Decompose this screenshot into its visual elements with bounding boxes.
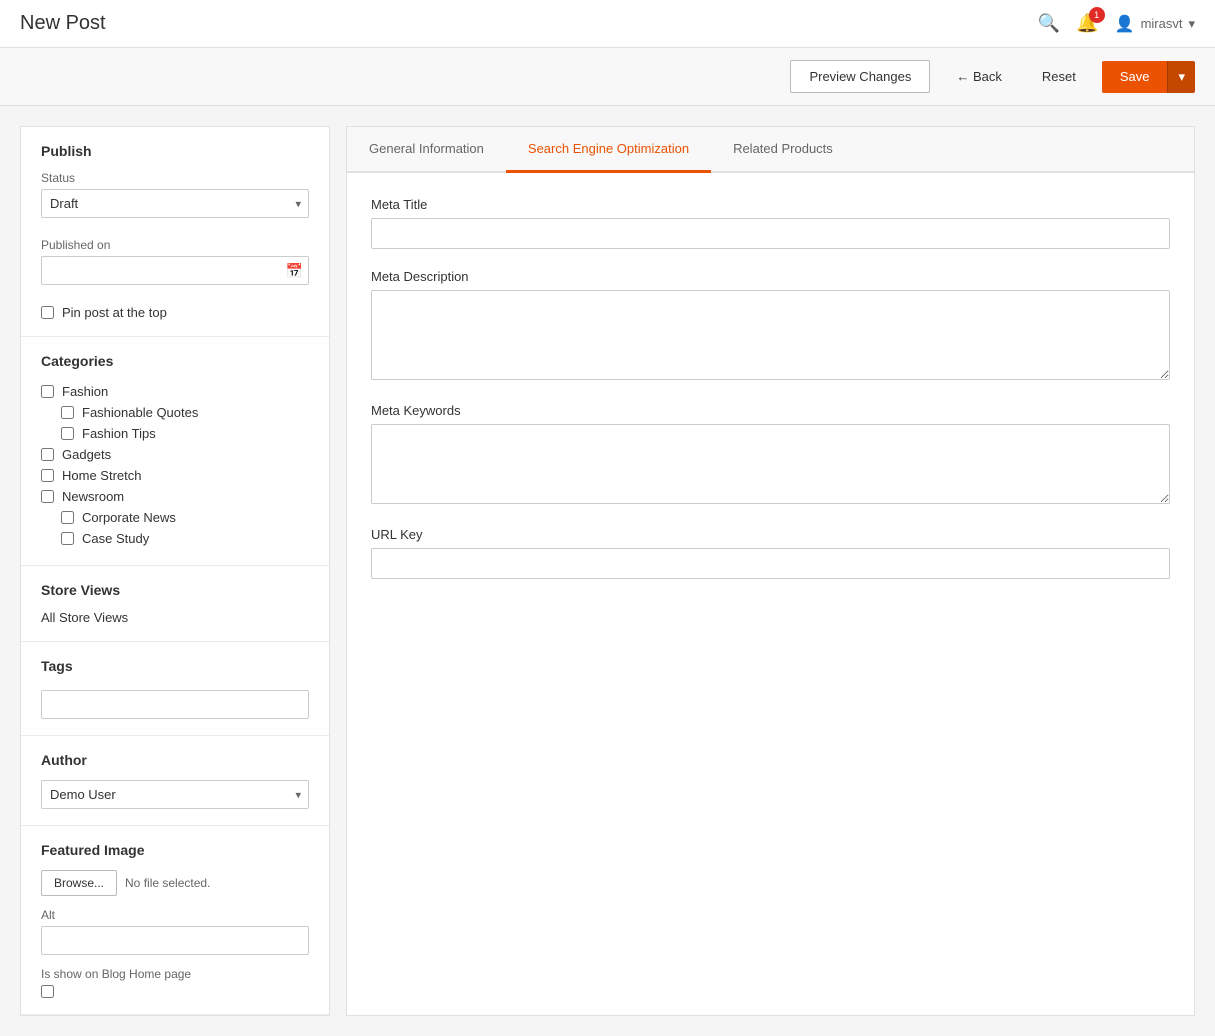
tabs-bar: General Information Search Engine Optimi… [347, 127, 1194, 173]
category-item: Home Stretch [41, 465, 309, 486]
categories-title: Categories [41, 353, 309, 369]
username: mirasvt [1141, 16, 1183, 31]
published-on-label: Published on [41, 238, 309, 252]
meta-keywords-textarea[interactable] [371, 424, 1170, 504]
tags-section: Tags [21, 642, 329, 736]
save-button-group: Save ▾ [1102, 61, 1195, 93]
featured-image-section: Featured Image Browse... No file selecte… [21, 826, 329, 1015]
store-views-value: All Store Views [41, 610, 309, 625]
preview-changes-button[interactable]: Preview Changes [790, 60, 930, 93]
sidebar: Publish Status Draft Published ▾ Publish… [20, 126, 330, 1016]
save-dropdown-button[interactable]: ▾ [1167, 61, 1195, 93]
meta-description-label: Meta Description [371, 269, 1170, 284]
top-header: New Post 🔍 🔔 1 👤 mirasvt ▾ [0, 0, 1215, 48]
status-select-wrapper: Draft Published ▾ [41, 189, 309, 218]
category-item: Fashion [41, 381, 309, 402]
category-label-newsroom: Newsroom [62, 489, 124, 504]
store-views-section: Store Views All Store Views [21, 566, 329, 642]
page-title: New Post [20, 12, 106, 35]
calendar-icon[interactable]: 📅 [286, 262, 303, 279]
browse-button[interactable]: Browse... [41, 870, 117, 896]
category-checkbox-home-stretch[interactable] [41, 469, 54, 482]
action-bar: Preview Changes ← Back Reset Save ▾ [0, 48, 1215, 106]
category-label-fashion-tips: Fashion Tips [82, 426, 156, 441]
file-name-text: No file selected. [125, 876, 210, 890]
save-button[interactable]: Save [1102, 61, 1168, 93]
published-on-input[interactable] [41, 256, 309, 285]
meta-keywords-label: Meta Keywords [371, 403, 1170, 418]
meta-title-label: Meta Title [371, 197, 1170, 212]
author-section: Author Demo User ▾ [21, 736, 329, 826]
meta-description-group: Meta Description [371, 269, 1170, 383]
category-item: Gadgets [41, 444, 309, 465]
status-select[interactable]: Draft Published [41, 189, 309, 218]
user-dropdown-arrow: ▾ [1188, 16, 1195, 32]
category-item: Fashion Tips [41, 423, 309, 444]
meta-title-group: Meta Title [371, 197, 1170, 249]
is-show-label: Is show on Blog Home page [41, 967, 309, 981]
category-checkbox-case-study[interactable] [61, 532, 74, 545]
status-label: Status [41, 171, 309, 185]
alt-input[interactable] [41, 926, 309, 955]
category-label-home-stretch: Home Stretch [62, 468, 141, 483]
meta-description-textarea[interactable] [371, 290, 1170, 380]
categories-section: Categories Fashion Fashionable Quotes Fa… [21, 337, 329, 566]
reset-button[interactable]: Reset [1028, 61, 1090, 92]
category-label-corporate-news: Corporate News [82, 510, 176, 525]
pin-post-row: Pin post at the top [41, 305, 309, 320]
category-checkbox-fashionable-quotes[interactable] [61, 406, 74, 419]
header-right: 🔍 🔔 1 👤 mirasvt ▾ [1038, 13, 1195, 34]
publish-title: Publish [41, 143, 309, 159]
author-select-wrapper: Demo User ▾ [41, 780, 309, 809]
alt-group: Alt [41, 908, 309, 955]
file-input-row: Browse... No file selected. [41, 870, 309, 896]
pin-post-label[interactable]: Pin post at the top [62, 305, 167, 320]
category-label-gadgets: Gadgets [62, 447, 111, 462]
url-key-group: URL Key [371, 527, 1170, 579]
category-checkbox-fashion-tips[interactable] [61, 427, 74, 440]
is-show-checkbox-row [41, 985, 309, 998]
category-checkbox-newsroom[interactable] [41, 490, 54, 503]
alt-label: Alt [41, 908, 309, 922]
is-show-checkbox[interactable] [41, 985, 54, 998]
tab-related-products[interactable]: Related Products [711, 127, 855, 173]
back-button[interactable]: ← Back [942, 61, 1016, 92]
category-item: Corporate News [41, 507, 309, 528]
tags-input[interactable] [41, 690, 309, 719]
published-on-group: Published on 📅 [41, 238, 309, 285]
category-item: Fashionable Quotes [41, 402, 309, 423]
pin-post-checkbox[interactable] [41, 306, 54, 319]
user-menu[interactable]: 👤 mirasvt ▾ [1115, 14, 1195, 34]
user-avatar-icon: 👤 [1115, 14, 1135, 34]
main-layout: Publish Status Draft Published ▾ Publish… [0, 106, 1215, 1036]
is-show-group: Is show on Blog Home page [41, 967, 309, 998]
author-title: Author [41, 752, 309, 768]
status-group: Status Draft Published ▾ [41, 171, 309, 218]
notification-icon[interactable]: 🔔 1 [1076, 13, 1098, 34]
notification-badge: 1 [1089, 7, 1105, 23]
tab-seo[interactable]: Search Engine Optimization [506, 127, 711, 173]
url-key-input[interactable] [371, 548, 1170, 579]
category-label-case-study: Case Study [82, 531, 149, 546]
content-area: General Information Search Engine Optimi… [346, 126, 1195, 1016]
publish-section: Publish Status Draft Published ▾ Publish… [21, 127, 329, 337]
featured-image-title: Featured Image [41, 842, 309, 858]
url-key-label: URL Key [371, 527, 1170, 542]
category-label-fashionable-quotes: Fashionable Quotes [82, 405, 198, 420]
category-item: Case Study [41, 528, 309, 549]
store-views-title: Store Views [41, 582, 309, 598]
category-checkbox-fashion[interactable] [41, 385, 54, 398]
search-icon[interactable]: 🔍 [1038, 13, 1060, 34]
tags-title: Tags [41, 658, 309, 674]
category-checkbox-gadgets[interactable] [41, 448, 54, 461]
category-checkbox-corporate-news[interactable] [61, 511, 74, 524]
published-on-wrapper: 📅 [41, 256, 309, 285]
meta-keywords-group: Meta Keywords [371, 403, 1170, 507]
category-label-fashion: Fashion [62, 384, 108, 399]
category-item: Newsroom [41, 486, 309, 507]
author-select[interactable]: Demo User [41, 780, 309, 809]
tab-general-information[interactable]: General Information [347, 127, 506, 173]
meta-title-input[interactable] [371, 218, 1170, 249]
seo-tab-content: Meta Title Meta Description Meta Keyword… [347, 173, 1194, 623]
